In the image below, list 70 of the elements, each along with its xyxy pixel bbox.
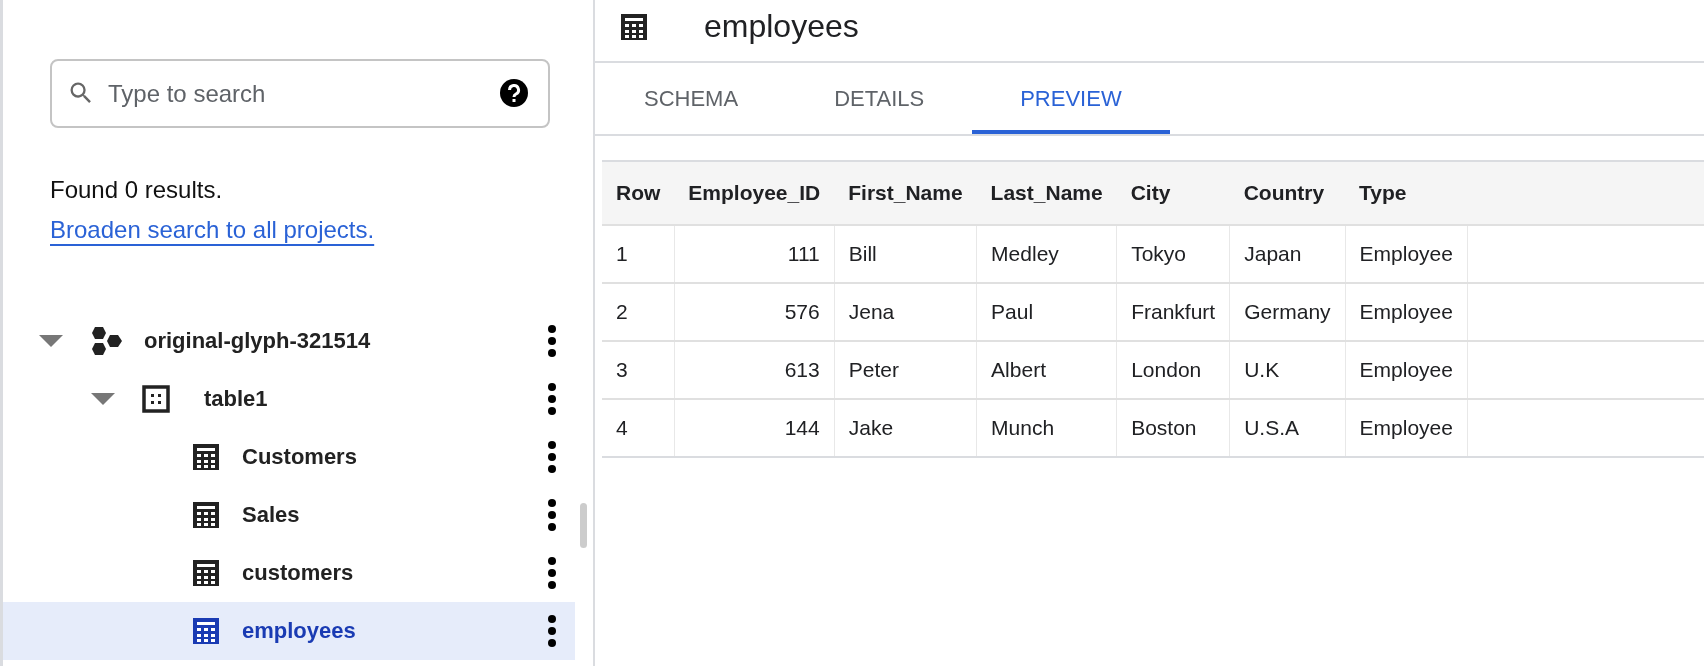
column-header: Last_Name	[976, 161, 1117, 225]
tree-item-label: Sales	[242, 502, 301, 528]
tree-item-label: table1	[204, 386, 269, 412]
table-cell: Japan	[1229, 225, 1346, 283]
tree-item[interactable]: Sales	[3, 486, 575, 544]
table-cell: Jena	[834, 283, 977, 341]
column-header: Country	[1229, 161, 1346, 225]
tab[interactable]: SCHEMA	[596, 63, 787, 134]
table-title: employees	[704, 8, 859, 45]
search-field[interactable]: Type to search	[50, 59, 550, 128]
more-menu-icon[interactable]	[547, 615, 557, 647]
table-cell: Albert	[976, 341, 1117, 399]
column-header: First_Name	[834, 161, 977, 225]
tree-item[interactable]: original-glyph-321514	[3, 312, 575, 370]
table-icon	[192, 501, 220, 529]
tree-item[interactable]: customers	[3, 544, 575, 602]
table-cell: Frankfurt	[1116, 283, 1230, 341]
table-cell: Germany	[1229, 283, 1346, 341]
table-cell: U.K	[1229, 341, 1346, 399]
tree-item-label: original-glyph-321514	[144, 328, 372, 354]
table-cell: Jake	[834, 399, 977, 457]
table-cell: 576	[674, 283, 835, 341]
tree-item-label: Customers	[242, 444, 358, 470]
more-menu-icon[interactable]	[547, 557, 557, 589]
dataset-icon	[142, 385, 170, 413]
table-cell: Medley	[976, 225, 1117, 283]
table-cell: Employee	[1345, 283, 1468, 341]
table-icon	[192, 443, 220, 471]
table-icon	[192, 559, 220, 587]
more-menu-icon[interactable]	[547, 383, 557, 415]
column-header: Row	[602, 161, 675, 225]
table-cell: Employee	[1345, 341, 1468, 399]
tree-item[interactable]: Customers	[3, 428, 575, 486]
table-cell: London	[1116, 341, 1230, 399]
tree-item-label: customers	[242, 560, 355, 586]
column-header: City	[1116, 161, 1230, 225]
table-cell: Munch	[976, 399, 1117, 457]
table-cell: Peter	[834, 341, 977, 399]
table-cell: 613	[674, 341, 835, 399]
column-header: Type	[1345, 161, 1468, 225]
table-cell: Bill	[834, 225, 977, 283]
table-icon	[620, 12, 648, 41]
table-cell: 144	[674, 399, 835, 457]
help-icon[interactable]	[500, 79, 528, 107]
table-cell: 111	[674, 225, 835, 283]
table-cell: Paul	[976, 283, 1117, 341]
tab[interactable]: PREVIEW	[972, 63, 1170, 134]
more-menu-icon[interactable]	[547, 441, 557, 473]
table-cell: 1	[602, 225, 675, 283]
tree-item[interactable]: employees	[3, 602, 575, 660]
tree-item[interactable]: table1	[3, 370, 575, 428]
expand-arrow-icon[interactable]	[38, 334, 64, 348]
table-cell: Employee	[1345, 225, 1468, 283]
more-menu-icon[interactable]	[547, 325, 557, 357]
table-icon	[192, 617, 220, 645]
expand-arrow-icon[interactable]	[90, 392, 116, 406]
table-cell: Boston	[1116, 399, 1230, 457]
tree-item-label: employees	[242, 618, 357, 644]
table-cell: 2	[602, 283, 675, 341]
results-message: Found 0 results. Broaden search to all projects.	[50, 175, 376, 245]
tab[interactable]: DETAILS	[786, 63, 973, 134]
scrollbar-thumb[interactable]	[580, 503, 587, 548]
column-header: Employee_ID	[674, 161, 835, 225]
table-cell: Employee	[1345, 399, 1468, 457]
broaden-search-link[interactable]: Broaden search to all projects.	[50, 216, 375, 243]
table-cell: Tokyo	[1116, 225, 1230, 283]
table-cell: 4	[602, 399, 675, 457]
table-cell: 3	[602, 341, 675, 399]
more-menu-icon[interactable]	[547, 499, 557, 531]
table-cell: U.S.A	[1229, 399, 1346, 457]
